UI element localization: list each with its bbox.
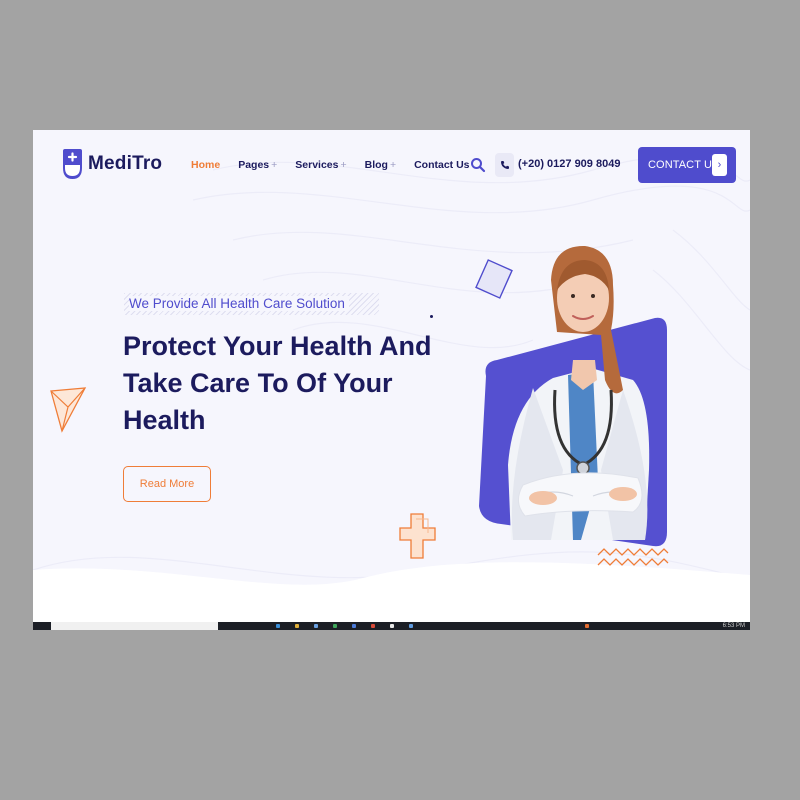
nav-label-contact-us: Contact Us — [414, 159, 470, 171]
taskbar-app-icon[interactable] — [352, 624, 356, 628]
headline-line-3: Health — [123, 405, 206, 435]
nav-label-home: Home — [191, 159, 221, 171]
headline-line-1: Protect Your Health And — [123, 331, 432, 361]
nav-item-blog[interactable]: Blog + — [365, 159, 396, 171]
taskbar-app-icon[interactable] — [276, 624, 280, 628]
site-header: MediTro Home Pages + Services + Blog + Cont… — [33, 130, 750, 200]
submenu-plus-icon: + — [340, 159, 347, 171]
taskbar-app-icon[interactable] — [409, 624, 413, 628]
contact-us-label: CONTACT US — [648, 159, 720, 171]
brand-logo[interactable]: MediTro — [62, 148, 162, 180]
nav-label-pages: Pages — [238, 159, 270, 171]
paper-plane-icon — [50, 387, 87, 433]
taskbar-app-icon[interactable] — [333, 624, 337, 628]
nav-item-services[interactable]: Services + — [295, 159, 346, 171]
nav-item-home[interactable]: Home — [191, 159, 220, 171]
dot-decoration — [430, 315, 433, 318]
zigzag-decoration-icon — [597, 548, 669, 566]
nav-label-blog: Blog — [364, 159, 388, 171]
doctor-portrait — [479, 245, 667, 547]
taskbar-app-icon[interactable] — [585, 624, 589, 628]
website-screenshot: MediTro Home Pages + Services + Blog + Cont… — [33, 130, 750, 630]
taskbar-app-icon[interactable] — [314, 624, 318, 628]
nav-label-services: Services — [295, 159, 339, 171]
contact-us-button[interactable]: CONTACT US › — [638, 147, 736, 183]
logo-icon — [63, 149, 82, 179]
main-nav: Home Pages + Services + Blog + Contact Us — [191, 159, 488, 171]
os-taskbar: 6:53 PM — [33, 622, 750, 630]
brand-name: MediTro — [88, 153, 163, 174]
read-more-button[interactable]: Read More — [123, 466, 211, 502]
submenu-plus-icon: + — [389, 159, 397, 171]
nav-item-pages[interactable]: Pages + — [238, 159, 277, 171]
tagline-text: We Provide All Health Care Solution — [129, 296, 349, 311]
taskbar-app-icon[interactable] — [371, 624, 375, 628]
phone-number[interactable]: (+20) 0127 909 8049 — [518, 158, 620, 170]
search-icon[interactable] — [470, 157, 486, 173]
chevron-right-icon: › — [712, 154, 727, 176]
submenu-plus-icon: + — [271, 159, 278, 171]
taskbar-app-icon[interactable] — [390, 624, 394, 628]
medical-cross-icon — [399, 513, 436, 559]
hero-headline: Protect Your Health And Take Care To Of … — [123, 328, 453, 439]
nav-item-contact-us[interactable]: Contact Us — [414, 159, 469, 171]
taskbar-search-field[interactable] — [51, 622, 218, 630]
headline-line-2: Take Care To Of Your — [123, 368, 393, 398]
taskbar-app-icon[interactable] — [295, 624, 299, 628]
taskbar-clock: 6:53 PM — [722, 623, 745, 629]
hero-tagline: We Provide All Health Care Solution — [124, 293, 379, 315]
phone-icon — [495, 153, 514, 177]
phone-glyph-icon — [500, 161, 509, 169]
